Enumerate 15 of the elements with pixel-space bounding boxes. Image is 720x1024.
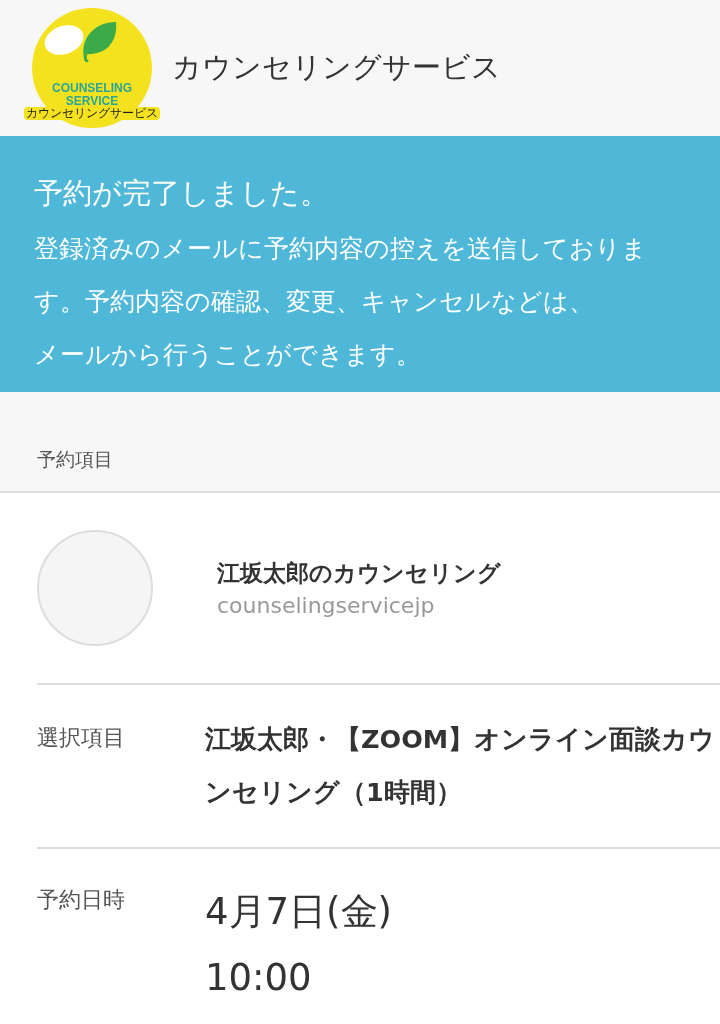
provider-account: counselingservicejp	[217, 593, 436, 618]
notice-message: 登録済みのメールに予約内容の控えを送信しております。予約内容の確認、変更、キャンセルなどは、	[34, 233, 648, 318]
notice-message: メールから行うことができます。	[34, 339, 422, 371]
notice-heading: 予約が完了しました。	[34, 175, 330, 212]
logo-text: カウンセリングサービス	[24, 107, 160, 120]
site-title: カウンセリングサービス	[172, 49, 501, 86]
detail-label: 選択項目	[37, 724, 126, 752]
reservation-time: 10:00	[205, 955, 313, 1001]
detail-label: 予約日時	[37, 886, 126, 914]
detail-value: 江坂太郎・【ZOOM】オンライン面談カウンセリング（1時間）	[205, 723, 717, 809]
section-label: 予約項目	[37, 447, 113, 472]
provider-name: 江坂太郎のカウンセリング	[217, 559, 501, 588]
logo-text: COUNSELING	[51, 82, 133, 95]
reservation-date: 4月7日(金)	[205, 889, 392, 935]
logo-text: SERVICE	[64, 94, 120, 108]
